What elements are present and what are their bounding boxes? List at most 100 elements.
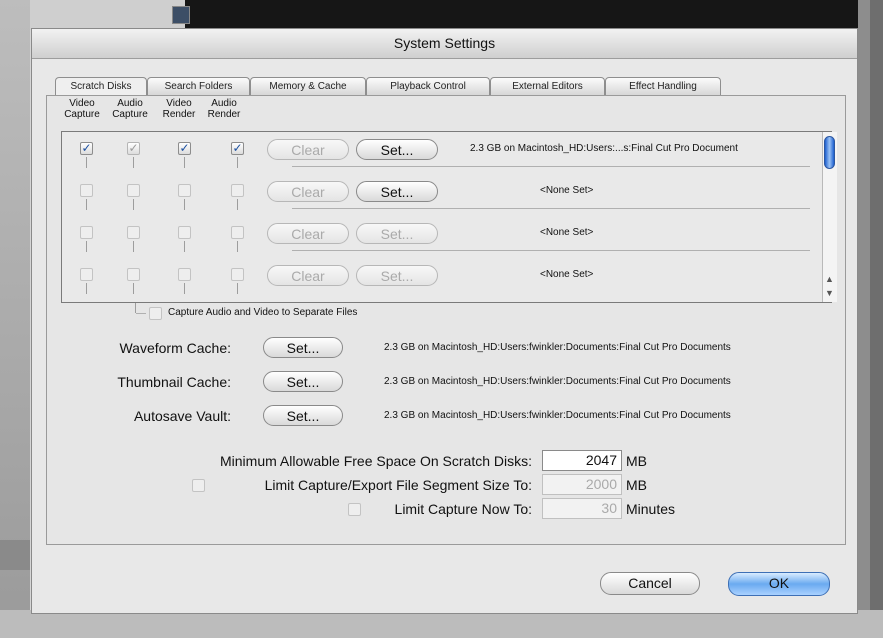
clear-button[interactable]: Clear: [267, 139, 349, 160]
limit-capture-now-label: Limit Capture Now To:: [394, 501, 532, 517]
column-header-video-render: Video Render: [156, 98, 202, 120]
cancel-button[interactable]: Cancel: [600, 572, 700, 595]
tab-memory-cache[interactable]: Memory & Cache: [250, 77, 366, 95]
scratch-disk-location: <None Set>: [540, 227, 594, 238]
video-render-checkbox[interactable]: [178, 184, 191, 197]
connector-line: [133, 157, 134, 168]
set-button[interactable]: Set...: [356, 265, 438, 286]
video-capture-checkbox[interactable]: [80, 226, 93, 239]
column-header-line: Video: [166, 98, 192, 109]
audio-capture-checkbox[interactable]: [127, 184, 140, 197]
limit-capture-now-field[interactable]: 30: [542, 498, 622, 519]
video-render-checkbox[interactable]: ✓: [178, 142, 191, 155]
autosave-vault-set-button[interactable]: Set...: [263, 405, 343, 426]
connector-line: [237, 283, 238, 294]
video-render-checkbox[interactable]: [178, 226, 191, 239]
connector-line: [184, 157, 185, 168]
tab-effect-handling[interactable]: Effect Handling: [605, 77, 721, 95]
tab-search-folders[interactable]: Search Folders: [147, 77, 250, 95]
waveform-cache-set-button[interactable]: Set...: [263, 337, 343, 358]
limit-segment-label: Limit Capture/Export File Segment Size T…: [264, 477, 532, 493]
connector-line: [136, 313, 146, 314]
background-window-icon: [172, 6, 190, 24]
connector-line: [86, 241, 87, 252]
connector-line: [184, 241, 185, 252]
column-header-line: Render: [207, 109, 241, 120]
limit-segment-unit: MB: [626, 477, 647, 493]
connector-line: [237, 199, 238, 210]
scroll-down-arrow-icon[interactable]: ▼: [825, 289, 834, 298]
limit-capture-now-unit: Minutes: [626, 501, 676, 517]
connector-line: [86, 157, 87, 168]
waveform-cache-label: Waveform Cache:: [119, 340, 231, 356]
video-render-checkbox[interactable]: [178, 268, 191, 281]
title-bar[interactable]: System Settings: [32, 29, 857, 59]
set-button[interactable]: Set...: [356, 223, 438, 244]
separate-files-checkbox[interactable]: [149, 307, 162, 320]
clear-button[interactable]: Clear: [267, 181, 349, 202]
scratch-disk-location: 2.3 GB on Macintosh_HD:Users:...s:Final …: [470, 143, 738, 154]
scratch-disk-row: Clear Set... <None Set>: [62, 264, 824, 306]
autosave-vault-label: Autosave Vault:: [133, 408, 231, 424]
limit-capture-now-checkbox[interactable]: [348, 503, 361, 516]
connector-line: [135, 303, 136, 313]
column-header-audio-render: Audio Render: [201, 98, 247, 120]
scratch-disk-row: Clear Set... <None Set>: [62, 222, 824, 264]
video-capture-checkbox[interactable]: [80, 184, 93, 197]
ok-button[interactable]: OK: [728, 572, 830, 596]
clear-button[interactable]: Clear: [267, 223, 349, 244]
column-header-line: Audio: [211, 98, 237, 109]
connector-line: [86, 283, 87, 294]
audio-render-checkbox[interactable]: [231, 184, 244, 197]
thumbnail-cache-set-button[interactable]: Set...: [263, 371, 343, 392]
connector-line: [133, 199, 134, 210]
scroll-up-arrow-icon[interactable]: ▲: [825, 275, 834, 284]
scratch-disk-scrollbar[interactable]: ▲ ▼: [822, 132, 837, 302]
column-header-line: Capture: [64, 109, 100, 120]
min-free-space-field[interactable]: 2047: [542, 450, 622, 471]
row-divider: [292, 166, 810, 167]
set-button[interactable]: Set...: [356, 139, 438, 160]
audio-capture-checkbox[interactable]: [127, 226, 140, 239]
column-header-line: Audio: [117, 98, 143, 109]
row-divider: [292, 208, 810, 209]
background-viewer: [185, 0, 883, 28]
tab-scratch-disks[interactable]: Scratch Disks: [55, 77, 147, 96]
tab-external-editors[interactable]: External Editors: [490, 77, 605, 95]
min-free-space-label: Minimum Allowable Free Space On Scratch …: [220, 453, 532, 469]
limit-segment-checkbox[interactable]: [192, 479, 205, 492]
column-header-audio-capture: Audio Capture: [107, 98, 153, 120]
audio-render-checkbox[interactable]: [231, 268, 244, 281]
tab-playback-control[interactable]: Playback Control: [366, 77, 490, 95]
audio-capture-checkbox[interactable]: [127, 268, 140, 281]
min-free-space-unit: MB: [626, 453, 647, 469]
audio-render-checkbox[interactable]: [231, 226, 244, 239]
background-right-strip: [870, 0, 883, 638]
column-header-line: Capture: [112, 109, 148, 120]
column-header-line: Render: [162, 109, 196, 120]
thumbnail-cache-location: 2.3 GB on Macintosh_HD:Users:fwinkler:Do…: [384, 376, 731, 387]
connector-line: [184, 283, 185, 294]
connector-line: [133, 283, 134, 294]
audio-render-checkbox[interactable]: ✓: [231, 142, 244, 155]
thumbnail-cache-label: Thumbnail Cache:: [117, 374, 231, 390]
video-capture-checkbox[interactable]: ✓: [80, 142, 93, 155]
clear-button[interactable]: Clear: [267, 265, 349, 286]
video-capture-checkbox[interactable]: [80, 268, 93, 281]
background-right: [858, 0, 883, 638]
column-header-line: Video: [69, 98, 95, 109]
connector-line: [237, 241, 238, 252]
limit-segment-field[interactable]: 2000: [542, 474, 622, 495]
column-header-video-capture: Video Capture: [59, 98, 105, 120]
connector-line: [237, 157, 238, 168]
connector-line: [184, 199, 185, 210]
set-button[interactable]: Set...: [356, 181, 438, 202]
scratch-disk-list: ✓ ✓ ✓ ✓ Clear Set... 2.3 GB on Macintosh…: [61, 131, 832, 303]
background-bottom: [0, 610, 883, 638]
scrollbar-thumb[interactable]: [824, 136, 835, 169]
system-settings-dialog: System Settings Scratch Disks Search Fol…: [31, 28, 858, 614]
audio-capture-checkbox[interactable]: ✓: [127, 142, 140, 155]
scratch-disk-row: ✓ ✓ ✓ ✓ Clear Set... 2.3 GB on Macintosh…: [62, 138, 824, 180]
scratch-disk-location: <None Set>: [540, 185, 594, 196]
scratch-disk-row: Clear Set... <None Set>: [62, 180, 824, 222]
